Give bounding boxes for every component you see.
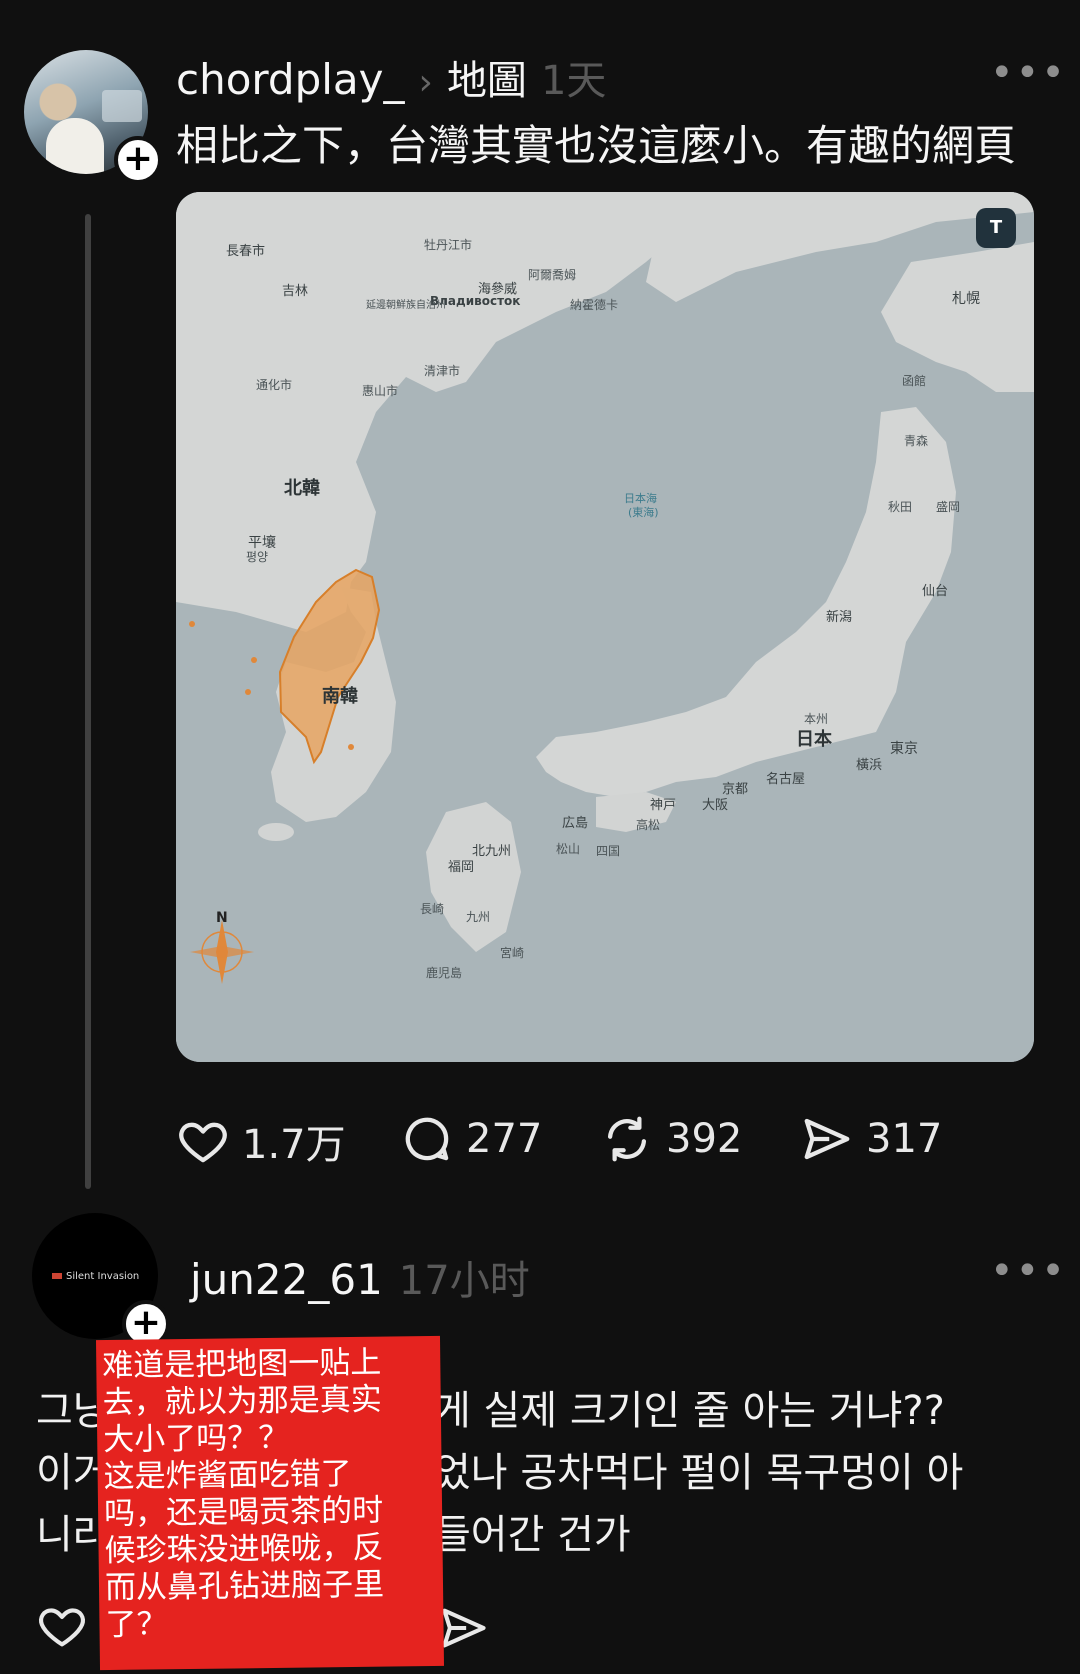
sticker-line: 吗，还是喝贡茶的时: [103, 1492, 384, 1533]
post-text: 相比之下，台灣其實也沒這麼小。有趣的網頁: [176, 121, 1017, 170]
sticker-line: 这是炸酱面吃错了: [103, 1456, 352, 1496]
map-label-changchun: 長春市: [226, 244, 266, 259]
map-label-nagasaki: 長崎: [420, 902, 445, 916]
post-more-options-icon[interactable]: •••: [990, 50, 1067, 96]
map-label-hyesan: 惠山市: [362, 384, 399, 398]
post-time: 1天: [540, 58, 607, 104]
share-count: 317: [866, 1116, 943, 1162]
post-username[interactable]: chordplay_: [176, 55, 405, 104]
red-annotation-sticker: 难道是把地图一贴上 去，就以为那是真实 大小了吗？？ 这是炸酱面吃错了 吗，还是…: [95, 1335, 445, 1671]
map-label-niigata: 新潟: [826, 610, 853, 625]
map-label-hiroshima: 広島: [562, 816, 589, 831]
reply-line-3-end: 들어간 건가: [434, 1512, 631, 1558]
map-label-morioka: 盛岡: [936, 500, 961, 514]
map-label-kagoshima: 鹿児島: [426, 966, 463, 980]
reply-username[interactable]: jun22_61: [190, 1255, 383, 1304]
heart-icon: [179, 1122, 227, 1163]
thread-line: [85, 214, 91, 1189]
like-count: 1.7万: [242, 1122, 346, 1168]
map-label-tokyo: 東京: [890, 741, 918, 757]
send-icon: [442, 1608, 486, 1648]
map-label-sapporo: 札幌: [952, 291, 980, 307]
map-toggle-button[interactable]: T: [976, 208, 1016, 248]
map-label-jilin: 吉林: [282, 284, 309, 299]
sticker-line: 而从鼻孔钻进脑子里: [104, 1566, 385, 1607]
chevron-right-icon: ›: [418, 62, 433, 103]
reply-line-2-end: 었나 공차먹다 펄이 목구멍이 아: [434, 1450, 964, 1496]
map-label-aomori: 青森: [904, 434, 929, 448]
sticker-line: 难道是把地图一贴上: [102, 1344, 382, 1385]
map-label-yanji: 延邊朝鮮族自治州: [366, 300, 446, 311]
sticker-line: 去，就以为那是真实: [102, 1381, 382, 1422]
map-label-osaka: 大阪: [702, 798, 729, 813]
map-label-nakhodka: 納霍德卡: [570, 298, 619, 312]
map-label-north-korea: 北韓: [284, 478, 320, 499]
compass-north-label: N: [216, 910, 228, 926]
like-button[interactable]: 1.7万: [176, 1112, 346, 1170]
map-label-honshu: 本州: [804, 712, 829, 726]
follow-plus-icon[interactable]: +: [114, 136, 162, 184]
map-label-mudanjiang: 牡丹江市: [424, 238, 473, 252]
map-label-sendai: 仙台: [922, 584, 949, 599]
map-label-akita: 秋田: [888, 500, 913, 514]
map-label-sea-of-japan-alt: (東海): [628, 506, 659, 519]
map-label-south-korea: 南韓: [322, 686, 358, 707]
comment-count: 277: [466, 1116, 543, 1162]
map-label-japan: 日本: [796, 729, 832, 750]
post-header: chordplay_ › 地圖 1天: [176, 48, 606, 106]
map-label-yokohama: 橫浜: [856, 758, 883, 773]
repost-button[interactable]: 392: [600, 1112, 742, 1166]
map-label-shikoku: 四国: [596, 844, 621, 858]
map-label-kyushu: 九州: [466, 910, 491, 924]
post-topic[interactable]: 地圖: [447, 48, 527, 106]
repost-icon: [607, 1116, 647, 1162]
map-label-chongjin: 清津市: [424, 364, 461, 378]
reply-share-button[interactable]: [438, 1602, 490, 1658]
heart-icon: [39, 1608, 85, 1647]
comment-icon: [405, 1117, 449, 1161]
map-label-hakodate: 函館: [902, 374, 927, 388]
reply-more-options-icon[interactable]: •••: [990, 1248, 1067, 1294]
map-image[interactable]: 北韓 南韓 日本 平壤 평양 長春市 吉林 Владивосток 海參威 牡丹…: [176, 192, 1034, 1062]
reply-avatar-text: Silent Invasion: [52, 1271, 139, 1282]
map-label-tonghua: 通化市: [256, 378, 293, 392]
reply-line-1-end: 게 실제 크기인 줄 아는 거냐??: [434, 1388, 945, 1434]
map-label-artem: 阿爾喬姆: [528, 268, 577, 282]
map-label-pyongyang-ko: 평양: [246, 550, 269, 564]
map-label-fukuoka: 福岡: [448, 860, 475, 875]
sticker-line: 了？: [105, 1606, 168, 1644]
send-icon: [804, 1118, 850, 1160]
repost-count: 392: [666, 1116, 743, 1162]
map-label-matsuyama: 松山: [556, 842, 581, 856]
map-label-haishenwai: 海參威: [478, 282, 518, 297]
reply-time: 17小时: [398, 1258, 530, 1304]
map-label-miyazaki: 宮崎: [500, 946, 525, 960]
map-label-kobe: 神戸: [650, 798, 677, 813]
comment-button[interactable]: 277: [400, 1112, 542, 1166]
reply-header: jun22_61 17小时: [190, 1248, 530, 1306]
reply-like-button[interactable]: [36, 1600, 88, 1656]
share-button[interactable]: 317: [800, 1112, 942, 1166]
sticker-line: 候珍珠没进喉咙，反: [104, 1529, 384, 1570]
map-label-takamatsu: 高松: [636, 818, 661, 832]
map-graphic: [176, 192, 1034, 1062]
map-label-nagoya: 名古屋: [766, 772, 806, 787]
sticker-line: 大小了吗？？: [102, 1419, 290, 1459]
map-label-kitakyushu: 北九州: [472, 844, 512, 859]
